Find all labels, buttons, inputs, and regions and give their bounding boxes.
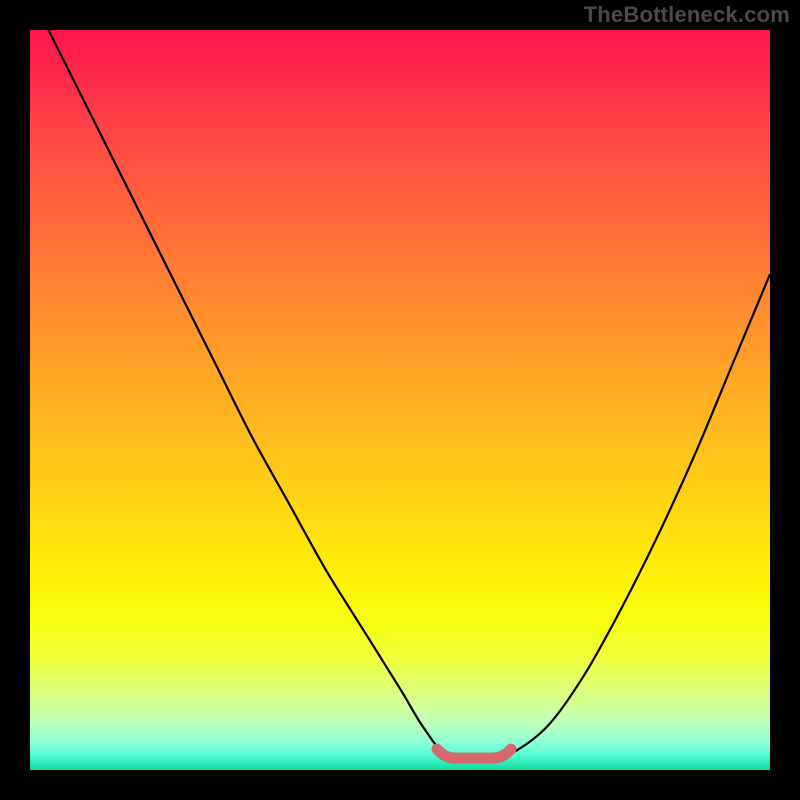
chart-frame: TheBottleneck.com [0, 0, 800, 800]
bottleneck-curve-svg [30, 30, 770, 770]
bottleneck-curve-path [30, 30, 770, 760]
best-zone-marker [437, 749, 511, 758]
plot-area [30, 30, 770, 770]
watermark-text: TheBottleneck.com [584, 2, 790, 28]
